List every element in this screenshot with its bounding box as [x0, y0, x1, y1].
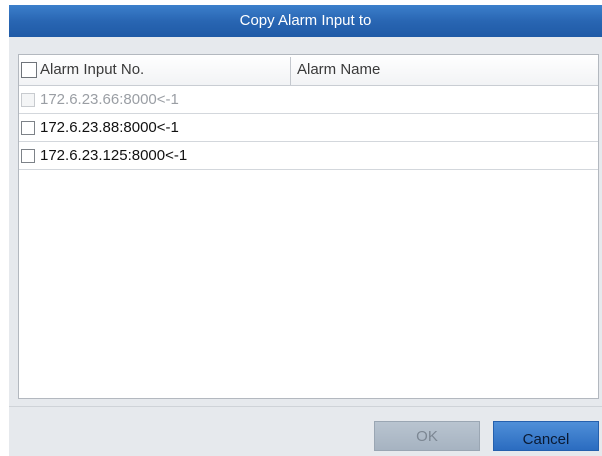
alarm-input-no-cell: 172.6.23.66:8000<-1	[40, 91, 179, 108]
cancel-button[interactable]: Cancel	[493, 421, 599, 451]
select-all-checkbox[interactable]	[21, 62, 37, 78]
footer-divider	[9, 406, 602, 407]
row-checkbox	[21, 93, 35, 107]
list-header: Alarm Input No. Alarm Name	[19, 55, 598, 86]
column-divider[interactable]	[290, 57, 291, 85]
alarm-input-list: Alarm Input No. Alarm Name 172.6.23.66:8…	[18, 54, 599, 399]
dialog-title: Copy Alarm Input to	[9, 5, 602, 37]
row-checkbox[interactable]	[21, 121, 35, 135]
alarm-input-no-cell: 172.6.23.125:8000<-1	[40, 147, 188, 164]
alarm-input-no-cell: 172.6.23.88:8000<-1	[40, 119, 179, 136]
table-row[interactable]: 172.6.23.125:8000<-1	[19, 142, 598, 170]
column-header-alarm-input-no[interactable]: Alarm Input No.	[40, 55, 144, 85]
table-row: 172.6.23.66:8000<-1	[19, 86, 598, 114]
copy-alarm-input-dialog: Copy Alarm Input to Alarm Input No. Alar…	[9, 5, 602, 456]
ok-button[interactable]: OK	[374, 421, 480, 451]
table-row[interactable]: 172.6.23.88:8000<-1	[19, 114, 598, 142]
column-header-alarm-name[interactable]: Alarm Name	[297, 55, 380, 85]
row-checkbox[interactable]	[21, 149, 35, 163]
